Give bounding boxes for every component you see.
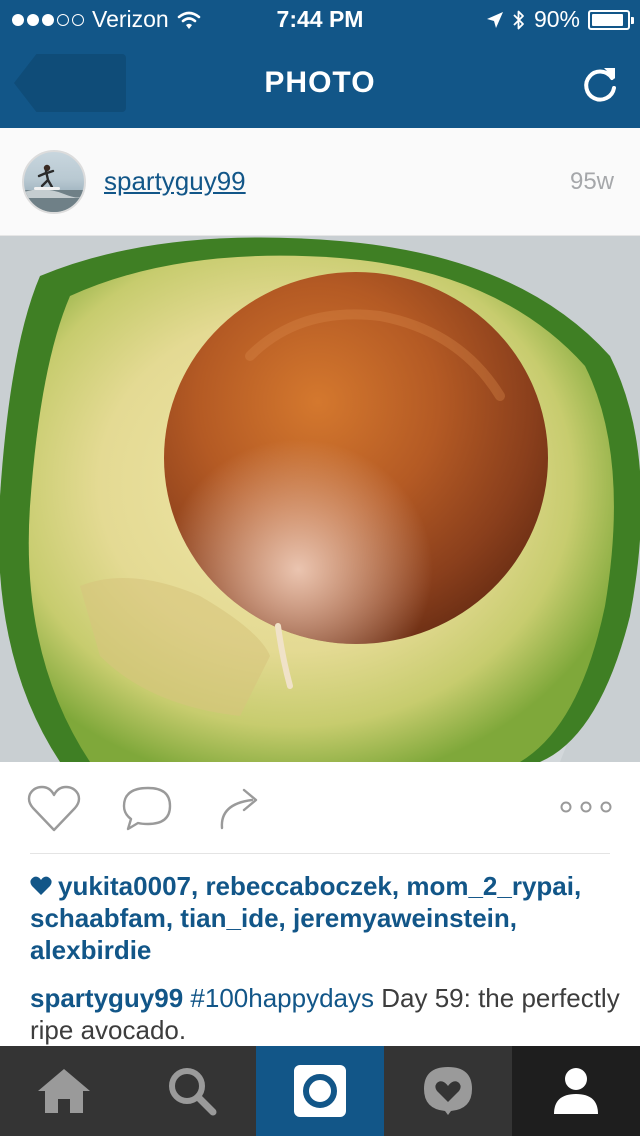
- battery-percent: 90%: [533, 6, 580, 32]
- liker-username[interactable]: mom_2_rypai: [406, 871, 574, 901]
- liker-username[interactable]: jeremyaweinstein: [293, 903, 510, 933]
- app-header: Verizon 7:44 PM 90% PHOTO: [0, 0, 640, 128]
- tab-profile[interactable]: [512, 1046, 640, 1136]
- tab-search[interactable]: [128, 1046, 256, 1136]
- profile-icon: [554, 1068, 598, 1114]
- battery-icon: [588, 9, 634, 30]
- likes-separator: ,: [574, 871, 582, 901]
- navigation-bar: PHOTO: [0, 40, 640, 128]
- activity-heart-icon: [424, 1067, 472, 1115]
- liker-username[interactable]: alexbirdie: [30, 935, 151, 965]
- avatar-photo: [24, 164, 84, 212]
- location-arrow-icon: [486, 11, 503, 28]
- bluetooth-icon: [513, 10, 524, 29]
- tab-activity[interactable]: [384, 1046, 512, 1136]
- post-actions: [0, 762, 640, 854]
- likes-separator: ,: [391, 871, 407, 901]
- actions-divider: [30, 853, 610, 854]
- tab-bar: [0, 1046, 640, 1136]
- battery-cap: [631, 16, 634, 24]
- post-header: spartyguy99 95w: [0, 128, 640, 236]
- status-bar: Verizon 7:44 PM 90%: [0, 0, 640, 40]
- avatar[interactable]: [22, 150, 86, 214]
- likes-heart-icon: [30, 876, 52, 895]
- post-username[interactable]: spartyguy99: [104, 166, 246, 197]
- status-right: 90%: [486, 6, 634, 33]
- liker-username[interactable]: schaabfam: [30, 903, 166, 933]
- like-heart-icon[interactable]: [26, 784, 82, 834]
- tab-camera[interactable]: [256, 1046, 384, 1136]
- likes-separator: ,: [509, 903, 518, 933]
- liker-username[interactable]: rebeccaboczek: [205, 871, 391, 901]
- comment-bubble-icon[interactable]: [120, 784, 176, 834]
- share-arrow-icon[interactable]: [212, 784, 268, 834]
- more-options-icon[interactable]: [560, 784, 612, 834]
- liker-username[interactable]: yukita0007: [58, 871, 191, 901]
- caption-hashtag[interactable]: #100happydays: [190, 983, 374, 1013]
- caption-username[interactable]: spartyguy99: [30, 983, 183, 1013]
- avocado-photo: [0, 236, 640, 762]
- post-photo[interactable]: [0, 236, 640, 762]
- refresh-icon[interactable]: [578, 62, 622, 106]
- search-icon: [169, 1068, 217, 1116]
- likes-separator: ,: [165, 903, 181, 933]
- post-caption: spartyguy99 #100happydays Day 59: the pe…: [30, 982, 620, 1046]
- camera-icon: [294, 1065, 346, 1117]
- likes-separator: ,: [278, 903, 293, 933]
- likes-list: yukita0007, rebeccaboczek, mom_2_rypai, …: [30, 870, 610, 966]
- battery-fill: [592, 13, 623, 26]
- likes-separator: ,: [190, 871, 206, 901]
- liker-username[interactable]: tian_ide: [180, 903, 278, 933]
- post-timestamp: 95w: [569, 168, 614, 195]
- home-icon: [38, 1069, 90, 1113]
- tab-home[interactable]: [0, 1046, 128, 1136]
- page-title: PHOTO: [264, 66, 376, 99]
